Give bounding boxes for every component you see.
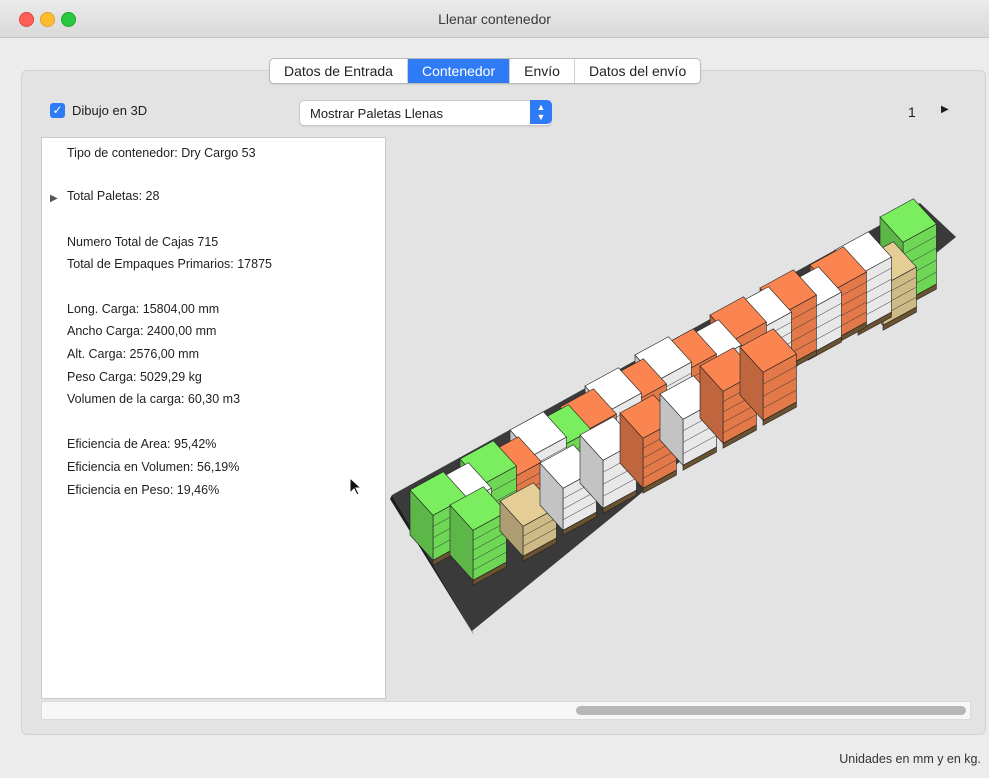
draw-3d-label: Dibujo en 3D [72,103,148,118]
page-number: 1 [908,104,916,120]
container-type: Tipo de contenedor: Dry Cargo 53 [67,146,256,160]
pallet-layer [409,198,937,586]
container-3d-view [390,198,956,635]
tab-envio[interactable]: Envío [510,59,575,83]
display-mode-select[interactable]: Mostrar Paletas Llenas ▲ ▼ [299,100,552,126]
display-mode-value: Mostrar Paletas Llenas [310,106,443,121]
horizontal-scrollbar[interactable] [41,701,971,720]
total-pallets[interactable]: Total Paletas: 28 [67,189,159,203]
tab-contenedor[interactable]: Contenedor [407,59,511,83]
units-note: Unidades en mm y en kg. [839,752,981,766]
disclosure-triangle-icon[interactable]: ▶ [50,193,58,204]
scrollbar-thumb[interactable] [576,706,966,715]
mouse-pointer-icon [349,477,363,496]
window-title: Llenar contenedor [438,11,551,27]
tab-datos-de-entrada[interactable]: Datos de Entrada [270,59,408,83]
load-info-panel: Tipo de contenedor: Dry Cargo 53 ▶ Total… [41,137,386,699]
next-page-triangle-icon[interactable]: ▶ [941,104,949,115]
total-primary-packages: Total de Empaques Primarios: 17875 [67,257,272,271]
area-efficiency: Eficiencia de Area: 95,42% [67,437,217,451]
updown-chevron-icon[interactable]: ▲ ▼ [530,100,552,124]
load-length: Long. Carga: 15804,00 mm [67,302,220,316]
load-width: Ancho Carga: 2400,00 mm [67,324,217,338]
load-height: Alt. Carga: 2576,00 mm [67,347,200,361]
volume-efficiency: Eficiencia en Volumen: 56,19% [67,460,240,474]
tab-datos-del-envio[interactable]: Datos del envío [575,59,700,83]
checkmark-icon[interactable]: ✓ [50,103,65,118]
draw-3d-checkbox[interactable]: ✓ Dibujo en 3D [50,103,147,118]
tab-bar: Datos de Entrada Contenedor Envío Datos … [269,58,702,84]
total-boxes: Numero Total de Cajas 715 [67,235,219,249]
title-bar: Llenar contenedor [0,0,989,38]
weight-efficiency: Eficiencia en Peso: 19,46% [67,483,220,497]
load-volume: Volumen de la carga: 60,30 m3 [67,392,241,406]
load-weight: Peso Carga: 5029,29 kg [67,370,202,384]
